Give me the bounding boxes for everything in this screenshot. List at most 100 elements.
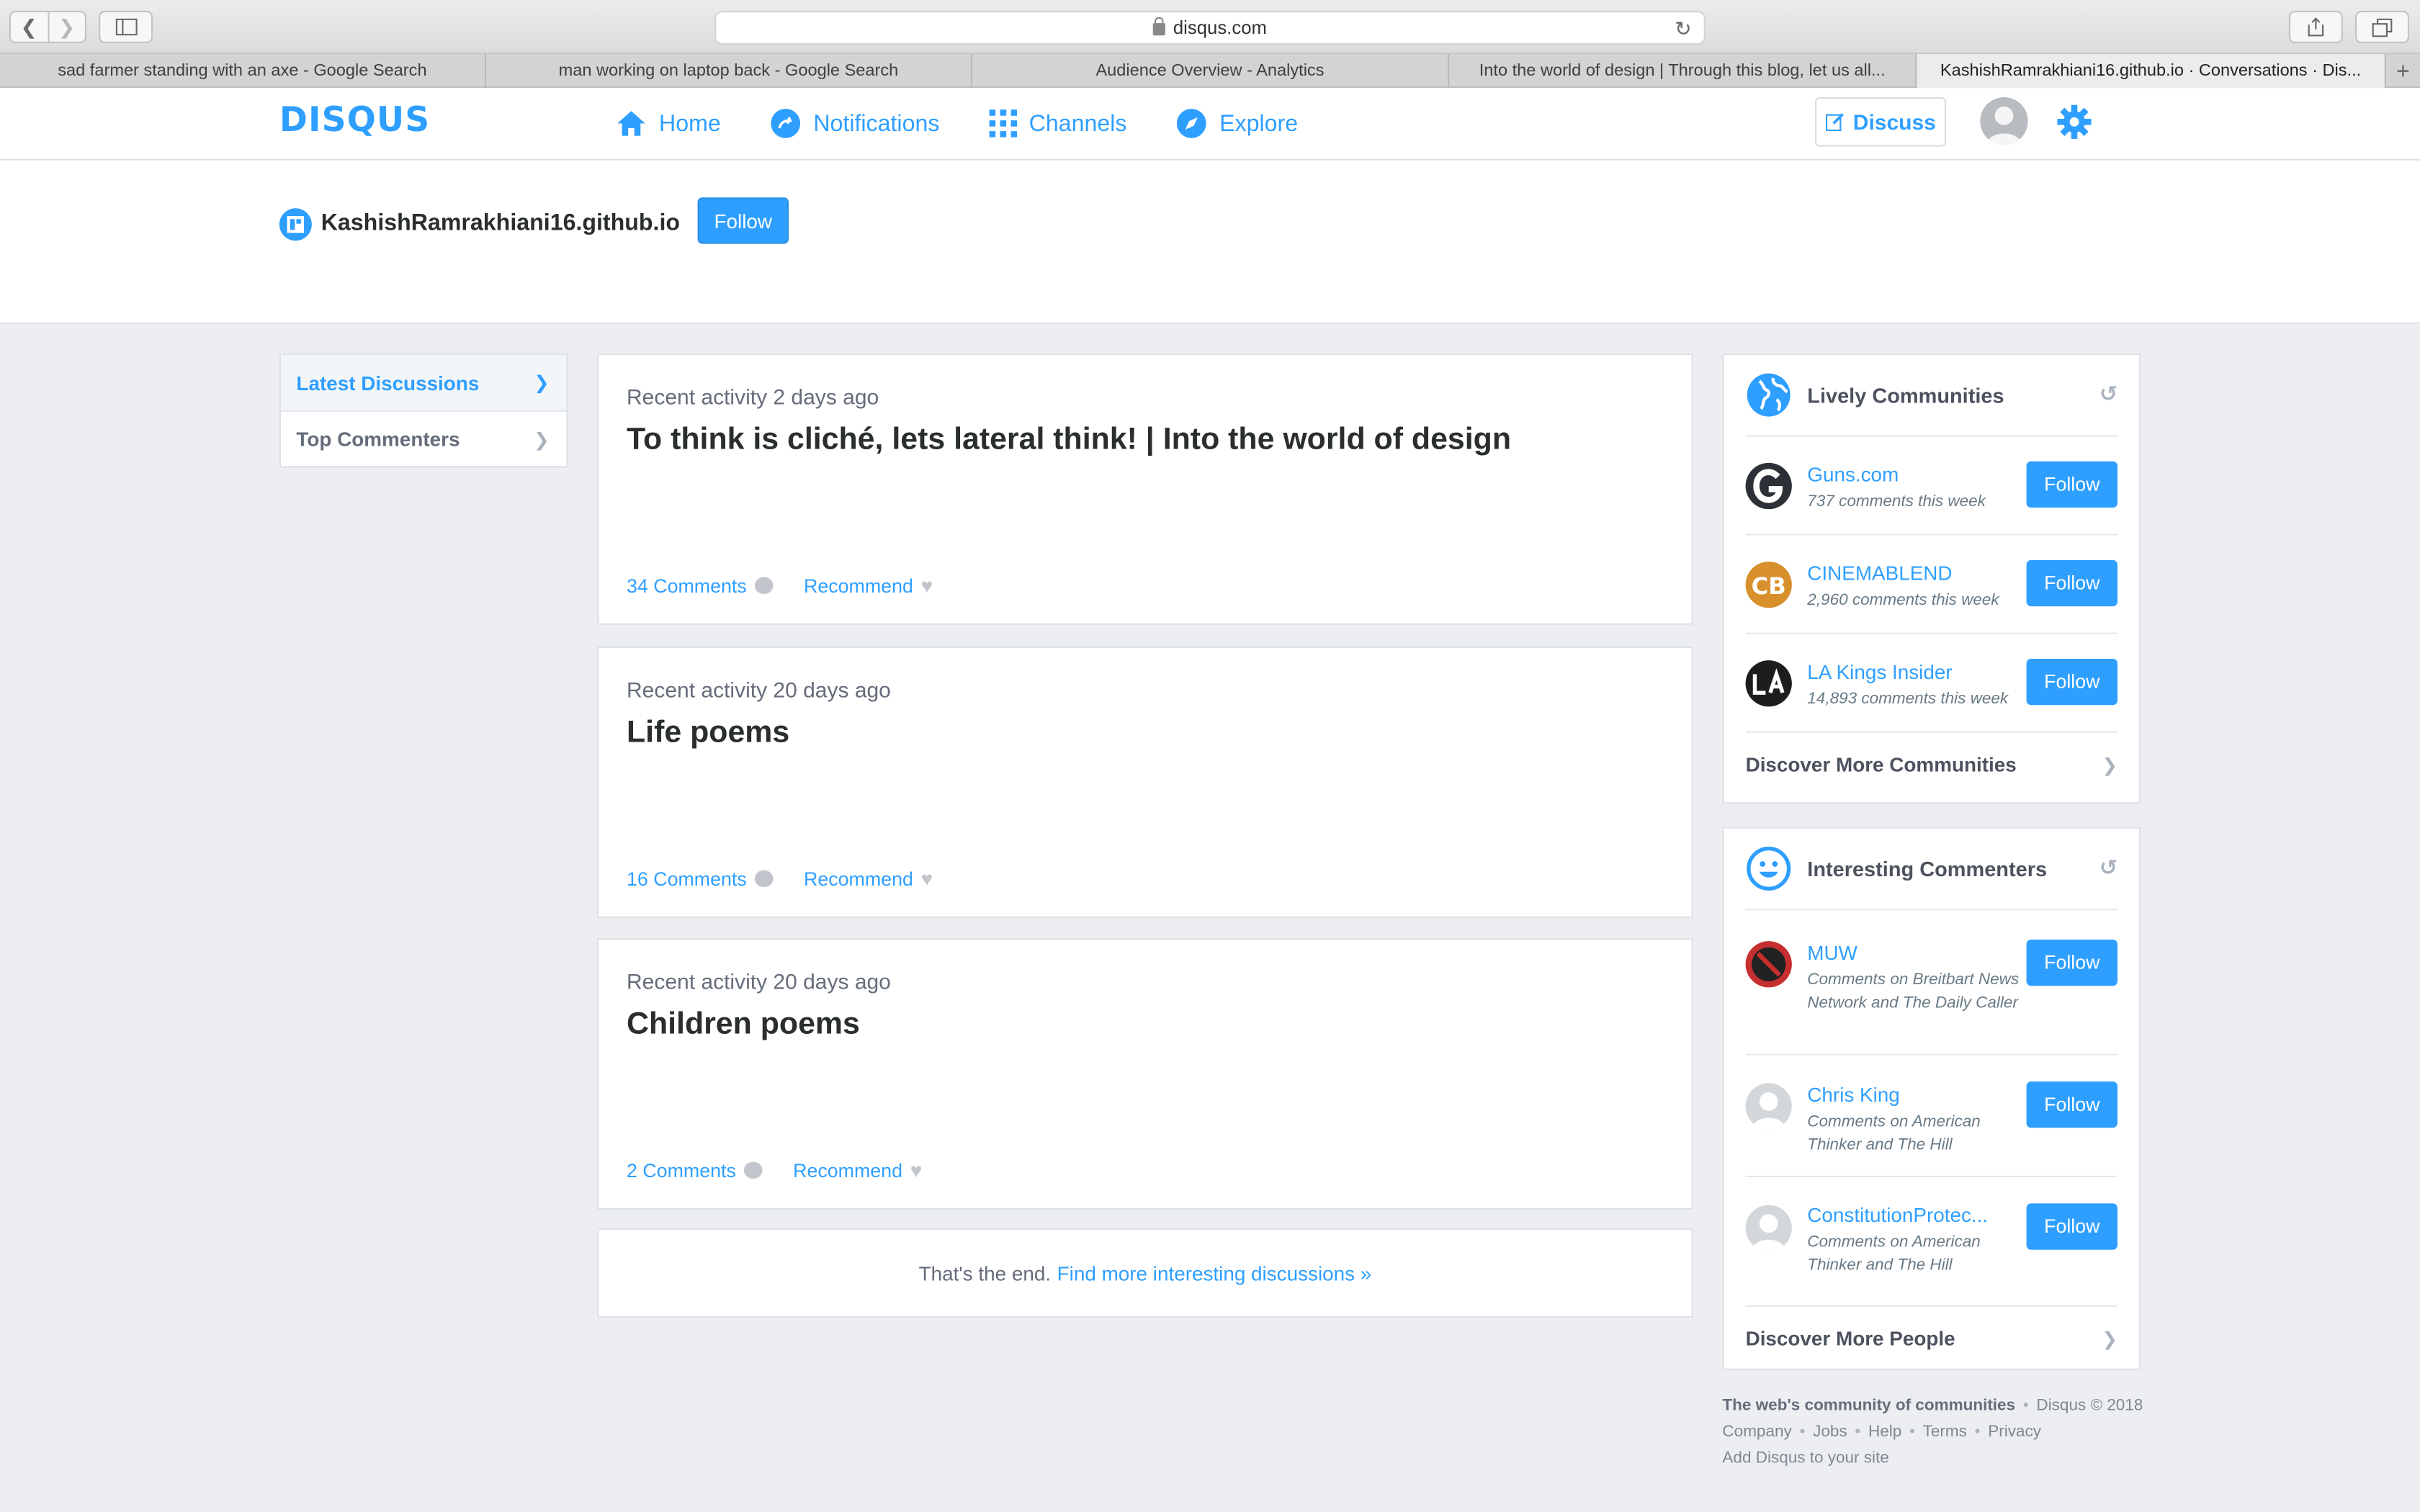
chevron-right-icon: ❯	[2102, 1327, 2118, 1349]
end-of-list: That's the end. Find more interesting di…	[597, 1228, 1693, 1318]
commenter-row: MUW Comments on Breitbart News Network a…	[1745, 909, 2118, 1053]
follow-button[interactable]: Follow	[2026, 659, 2118, 706]
card-footer: 16 Comments Recommend ♥	[627, 867, 933, 890]
tab-title: man working on laptop back - Google Sear…	[558, 61, 899, 81]
follow-button[interactable]: Follow	[2026, 1203, 2118, 1250]
tab-1[interactable]: man working on laptop back - Google Sear…	[486, 54, 972, 89]
tab-2[interactable]: Audience Overview - Analytics	[972, 54, 1450, 89]
footer-link-terms[interactable]: Terms	[1923, 1423, 1967, 1441]
comments-link[interactable]: 16 Comments	[627, 868, 774, 889]
panel-header: Interesting Commenters ↺	[1724, 829, 2139, 909]
nav-channels[interactable]: Channels	[988, 109, 1127, 138]
new-tab-icon[interactable]: +	[2386, 54, 2420, 88]
commenter-description: Comments on American Thinker and The Hil…	[1807, 1233, 1981, 1274]
user-avatar[interactable]	[1980, 97, 2028, 145]
follow-button[interactable]: Follow	[2026, 559, 2118, 607]
panel-title: Lively Communities	[1807, 383, 2004, 407]
channels-icon	[988, 109, 1017, 138]
card-footer: 34 Comments Recommend ♥	[627, 574, 933, 597]
discussion-card[interactable]: Recent activity 20 days ago Life poems 1…	[597, 646, 1693, 918]
discussion-card[interactable]: Recent activity 2 days ago To think is c…	[597, 353, 1693, 625]
nav-label: Notifications	[813, 110, 940, 137]
svg-text:CB: CB	[1752, 572, 1786, 600]
forward-icon[interactable]: ❯	[47, 12, 85, 42]
community-avatar[interactable]: CB	[1745, 562, 1792, 608]
nav-explore[interactable]: Explore	[1176, 108, 1298, 139]
recommend-label: Recommend	[804, 868, 913, 890]
refresh-icon[interactable]: ↺	[2099, 381, 2118, 407]
discussion-card[interactable]: Recent activity 20 days ago Children poe…	[597, 937, 1693, 1210]
discussion-title[interactable]: Life poems	[627, 716, 789, 751]
address-bar[interactable]: disqus.com ↻	[714, 11, 1706, 45]
reload-icon[interactable]: ↻	[1675, 17, 1691, 42]
commenter-name[interactable]: ConstitutionProtec...	[1807, 1203, 1988, 1226]
tab-0[interactable]: sad farmer standing with an axe - Google…	[0, 54, 486, 89]
find-more-link[interactable]: Find more interesting discussions »	[1057, 1261, 1372, 1284]
gear-icon[interactable]	[2056, 104, 2092, 148]
comments-link[interactable]: 2 Comments	[627, 1159, 763, 1181]
discuss-button[interactable]: Discuss	[1815, 97, 1947, 147]
discover-label: Discover More People	[1745, 1326, 1955, 1350]
commenter-row: ConstitutionProtec... Comments on Americ…	[1745, 1175, 2118, 1305]
commenter-avatar[interactable]	[1745, 1205, 1792, 1251]
refresh-icon[interactable]: ↺	[2099, 855, 2118, 881]
recommend-button[interactable]: Recommend ♥	[793, 1158, 922, 1182]
disqus-logo[interactable]: DISQUS	[279, 102, 430, 140]
discussion-title[interactable]: To think is cliché, lets lateral think! …	[627, 423, 1511, 458]
tab-3[interactable]: Into the world of design | Through this …	[1449, 54, 1917, 89]
follow-button[interactable]: Follow	[2026, 1081, 2118, 1128]
site-footer: The web's community of communities • Disqu…	[1722, 1393, 2169, 1472]
menu-top-commenters[interactable]: Top Commenters ❯	[281, 410, 567, 466]
heart-icon: ♥	[910, 1158, 923, 1182]
footer-link-privacy[interactable]: Privacy	[1988, 1423, 2041, 1441]
nav-notifications[interactable]: Notifications	[770, 108, 939, 139]
tab-4[interactable]: KashishRamrakhiani16.github.io · Convers…	[1917, 54, 2386, 89]
end-text: That's the end.	[918, 1261, 1052, 1284]
footer-link-jobs[interactable]: Jobs	[1813, 1423, 1847, 1441]
tab-title: sad farmer standing with an axe - Google…	[58, 61, 427, 81]
community-avatar[interactable]	[1745, 660, 1792, 707]
commenter-name[interactable]: Chris King	[1807, 1083, 1900, 1106]
discover-people-link[interactable]: Discover More People ❯	[1745, 1305, 2118, 1370]
tab-title: KashishRamrakhiani16.github.io · Convers…	[1940, 61, 2362, 81]
footer-copyright: Disqus © 2018	[2036, 1396, 2143, 1415]
footer-link-company[interactable]: Company	[1722, 1423, 1791, 1441]
nav-home[interactable]: Home	[616, 109, 721, 138]
follow-button[interactable]: Follow	[2026, 940, 2118, 986]
tabs-overview-icon[interactable]	[2355, 11, 2409, 43]
commenter-description: Comments on American Thinker and The Hil…	[1807, 1112, 1981, 1154]
share-icon[interactable]	[2288, 11, 2343, 43]
footer-link-help[interactable]: Help	[1868, 1423, 1901, 1441]
recommend-button[interactable]: Recommend ♥	[804, 574, 933, 597]
community-stats: 14,893 comments this week	[1807, 689, 2009, 708]
follow-button[interactable]: Follow	[2026, 461, 2118, 508]
community-name[interactable]: CINEMABLEND	[1807, 562, 1952, 585]
commenter-avatar[interactable]	[1745, 941, 1792, 988]
nav-label: Home	[659, 110, 721, 137]
browser-toolbar: ❮ ❯ disqus.com ↻	[0, 0, 2420, 54]
sidebar-toggle-icon[interactable]	[99, 11, 153, 43]
menu-latest-discussions[interactable]: Latest Discussions ❯	[281, 354, 567, 410]
notifications-icon	[771, 109, 801, 138]
community-avatar[interactable]	[1745, 462, 1792, 510]
recommend-button[interactable]: Recommend ♥	[804, 867, 933, 890]
discover-communities-link[interactable]: Discover More Communities ❯	[1745, 731, 2118, 796]
comments-link[interactable]: 34 Comments	[627, 575, 774, 596]
community-name[interactable]: Guns.com	[1807, 463, 1899, 486]
follow-site-button[interactable]: Follow	[697, 197, 789, 244]
discussion-title[interactable]: Children poems	[627, 1007, 860, 1043]
panel-header: Lively Communities ↺	[1724, 355, 2139, 435]
recommend-label: Recommend	[793, 1159, 903, 1182]
back-icon[interactable]: ❮	[11, 12, 47, 42]
community-row: Guns.com 737 comments this week Follow	[1745, 435, 2118, 534]
smiley-icon	[1747, 846, 1791, 891]
tab-title: Into the world of design | Through this …	[1479, 61, 1886, 81]
comment-bubble-icon	[754, 870, 774, 888]
community-name[interactable]: LA Kings Insider	[1807, 660, 1952, 683]
commenter-avatar[interactable]	[1745, 1083, 1792, 1130]
site-name[interactable]: KashishRamrakhiani16.github.io	[321, 210, 680, 235]
commenter-name[interactable]: MUW	[1807, 941, 1857, 964]
community-row: CB CINEMABLEND 2,960 comments this week …	[1745, 534, 2118, 632]
disqus-header: DISQUS Home Notifications Channels Explo…	[0, 88, 2420, 161]
footer-add-disqus-link[interactable]: Add Disqus to your site	[1722, 1446, 2169, 1472]
